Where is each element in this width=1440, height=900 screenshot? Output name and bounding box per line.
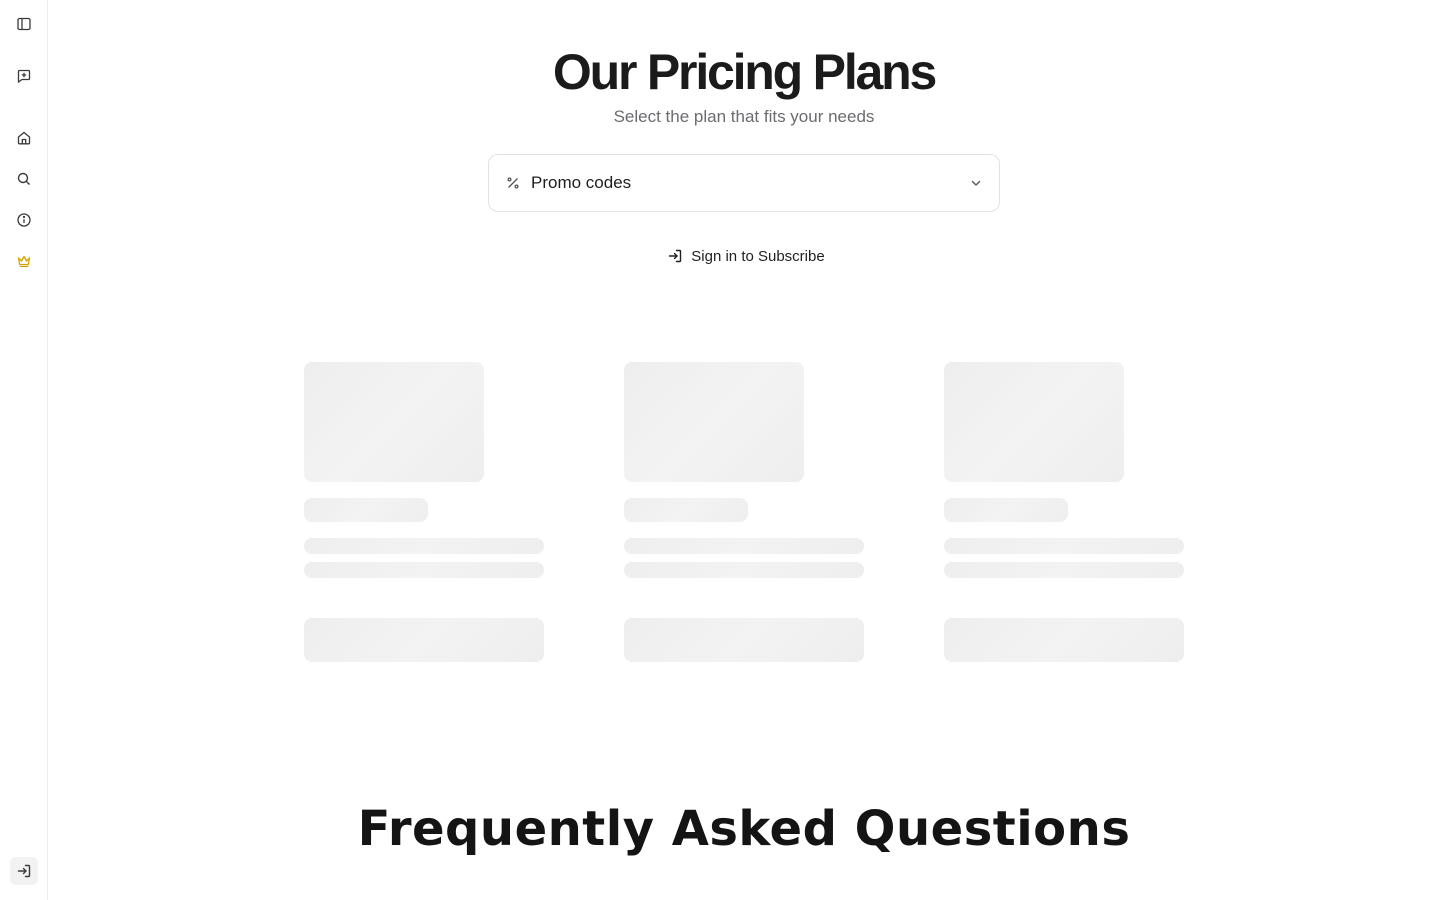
login-icon [17, 864, 31, 878]
skeleton-line [304, 538, 544, 554]
home-button[interactable] [10, 124, 38, 152]
sidebar-toggle-button[interactable] [10, 10, 38, 38]
skeleton-image [304, 362, 484, 482]
crown-icon [17, 255, 31, 268]
message-plus-icon [17, 69, 31, 84]
percent-icon [507, 177, 519, 189]
skeleton-button [624, 618, 864, 662]
skeleton-line [624, 538, 864, 554]
skeleton-line [944, 538, 1184, 554]
login-button[interactable] [10, 857, 38, 885]
page-subtitle: Select the plan that fits your needs [613, 107, 875, 126]
home-icon [17, 131, 31, 145]
search-button[interactable] [10, 165, 38, 193]
promo-codes-label: Promo codes [531, 173, 632, 192]
panel-left-icon [17, 17, 31, 31]
skeleton-tag [944, 498, 1068, 522]
info-icon [17, 213, 31, 227]
faq-title: Frequently Asked Questions [357, 801, 1131, 857]
sign-in-to-subscribe-button[interactable]: Sign in to Subscribe [658, 242, 834, 270]
skeleton-image [624, 362, 804, 482]
skeleton-line [304, 562, 544, 578]
skeleton-tag [304, 498, 428, 522]
search-icon [17, 172, 30, 185]
main-content: Our Pricing Plans Select the plan that f… [48, 0, 1440, 900]
new-chat-button[interactable] [10, 62, 38, 90]
skeleton-line [944, 562, 1184, 578]
skeleton-line [624, 562, 864, 578]
pricing-button[interactable] [10, 247, 38, 275]
sidebar [0, 0, 48, 900]
skeleton-button [304, 618, 544, 662]
page-title: Our Pricing Plans [552, 44, 937, 100]
skeleton-button [944, 618, 1184, 662]
login-icon [669, 249, 682, 263]
skeleton-tag [624, 498, 748, 522]
info-button[interactable] [10, 206, 38, 234]
promo-codes-dropdown[interactable]: Promo codes [488, 154, 1000, 212]
chevron-down-icon [971, 180, 981, 186]
skeleton-image [944, 362, 1124, 482]
sign-in-label: Sign in to Subscribe [691, 247, 825, 265]
